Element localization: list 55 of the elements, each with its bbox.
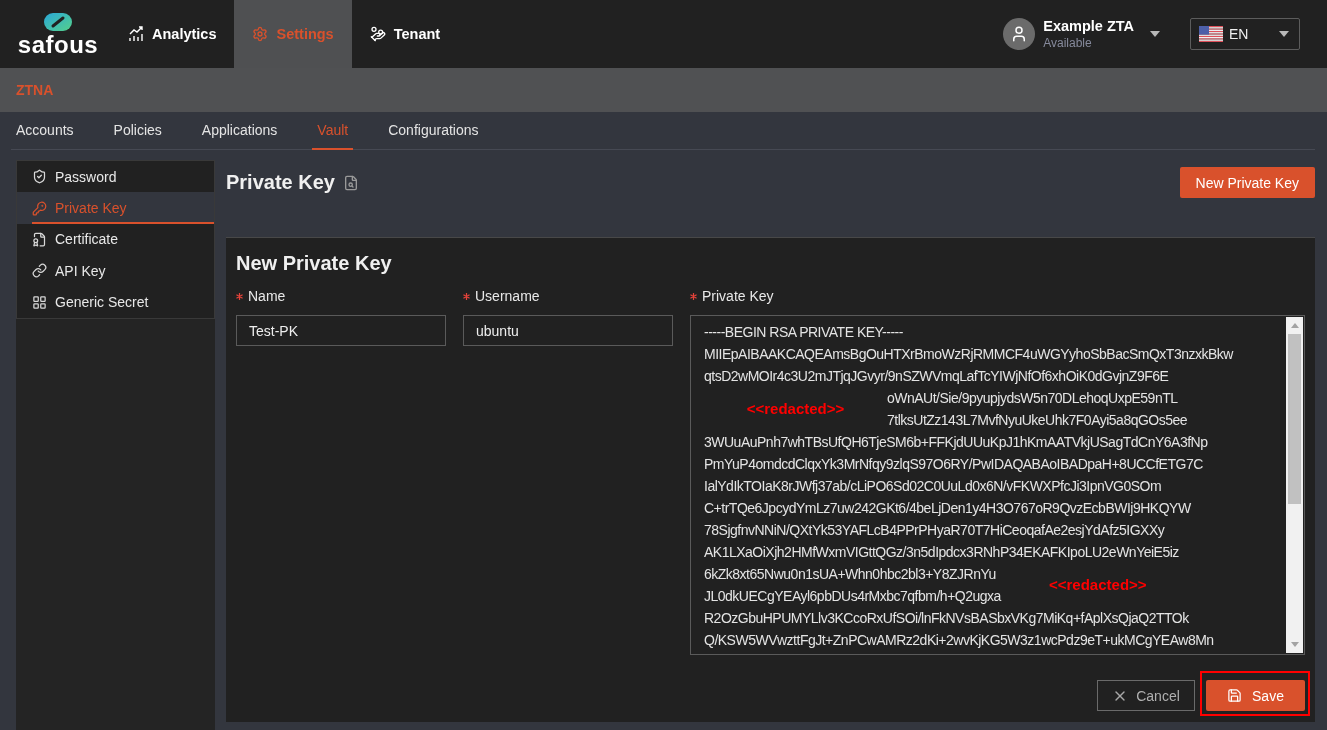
shield-check-icon: [32, 169, 47, 185]
field-label: Name: [248, 288, 286, 304]
key-text-line: 7tlksUtZz143L7MvfNyuUkeUhk7F0Ayi5a8qGOs5ee: [887, 411, 1189, 430]
hand-coins-icon: [369, 26, 386, 42]
scrollbar-thumb[interactable]: [1288, 334, 1301, 504]
redaction-label: <<redacted>>: [746, 400, 845, 418]
nav-tab[interactable]: Tenant: [351, 0, 459, 68]
logo-text: safous: [17, 32, 99, 57]
redaction-label: <<redacted>>: [1049, 576, 1147, 594]
key-text-line: MIIEpAIBAAKCAQEAmsBgOuHTXrBmoWzRjRMMCF4uWGYyhoSbBacSmQxT3nzxkBkw: [704, 345, 1235, 364]
tab[interactable]: Configurations: [383, 112, 484, 150]
key-text-line: AK1LXaOiXjh2HMfWxmVIGttQGz/3n5dIpdcx3RNhP34EKAFKIpoLU2eWnYeiE5iz: [704, 543, 1180, 562]
flag-icon: [1199, 26, 1223, 42]
field-label: Private Key: [702, 288, 774, 304]
key-text-line: qtsD2wMOIr4c3U2mJTjqJGvyr/9nSZWVmqLafTcYIWjNfOf6xhOiK0dGvjnZ9F6E: [704, 367, 1170, 386]
section-title: ZTNA: [16, 82, 54, 98]
new-private-key-button[interactable]: New Private Key: [1179, 167, 1315, 198]
tab[interactable]: Accounts: [11, 112, 79, 150]
tab[interactable]: Policies: [108, 112, 167, 150]
key-text-line: oWnAUt/Sie/9pyupjydsW5n70DLehoqUxpE59nTL: [887, 389, 1179, 408]
key-text-line: PmYuP4omdcdClqxYk3MrNfqy9zlqS97O6RY/PwIDAQABAoIBADpaH+8UCCfETG7C: [704, 455, 1204, 474]
private-key-field[interactable]: [690, 315, 1305, 655]
grid-icon: [32, 294, 47, 310]
document-search-icon[interactable]: [342, 174, 359, 191]
key-text-line: R2OzGbuHPUMYLlv3KCcoRxUfSOi/lnFkNVsBASbxVKg7MiKq+fAplXsQjaQ2TTOk: [704, 609, 1190, 628]
key-text-line: IalYdIkTOIaK8rJWfj37ab/cLiPO6Sd02C0UuLd0x6N/vFKWXPfcJi3IpnVG0SOm: [704, 477, 1163, 496]
user-name: Example ZTA: [1043, 18, 1134, 34]
key-text-line: Q/KSW5WVwzttFgJt+ZnPCwAMRz2dKi+2wvKjKG5W3z1wcPdz9eT+ukMCgYEAw8Mn: [704, 631, 1215, 650]
caret-icon[interactable]: [1279, 31, 1289, 37]
user-avatar-icon: [1003, 18, 1036, 50]
tab[interactable]: Applications: [196, 112, 283, 150]
caret-icon[interactable]: [1150, 31, 1160, 37]
key-text-line: 78SjgfnvNNiN/QXtYk53YAFLcB4PPrPHyaR70T7HiCeoqafAe2esjYdAfz5IGXXy: [704, 521, 1166, 540]
key-text-line: JL0dkUECgYEAyl6pbDUs4rMxbc7qfbm/h+Q2ugxa: [704, 587, 1003, 606]
field-label: Username: [475, 288, 540, 304]
text-input[interactable]: ubuntu: [463, 315, 673, 346]
key-text-line: 6kZk8xt65Nwu0n1sUA+Whn0hbc2bl3+Y8ZJRnYu: [704, 565, 997, 584]
certificate-icon: [32, 231, 47, 247]
language-select[interactable]: EN: [1190, 18, 1300, 50]
form-title: New Private Key: [236, 251, 393, 275]
gear-icon: [252, 26, 269, 42]
key-text-line: 3WUuAuPnh7whTBsUfQH6TjeSM6b+FFKjdUUuKpJ1hKmAATVkjUSagTdCnY6A3fNp: [704, 433, 1209, 452]
key-text-line: C+trTQe6JpcydYmLz7uw242GKt6/4beLjDen1y4H3O767oR9QvzEcbBWIj9HKQYW: [704, 499, 1192, 518]
page-title: Private Key: [226, 171, 335, 194]
key-text-line: -----BEGIN RSA PRIVATE KEY-----: [704, 323, 904, 342]
logo-icon: [43, 11, 73, 32]
chart-icon: [128, 26, 144, 42]
key-icon: [32, 200, 47, 216]
scrollbar[interactable]: [1286, 317, 1303, 653]
text-input[interactable]: Test-PK: [236, 315, 446, 346]
cancel-button[interactable]: Cancel: [1097, 680, 1195, 711]
link-icon: [32, 263, 47, 279]
nav-tab[interactable]: Analytics: [110, 0, 235, 68]
save-button[interactable]: Save: [1206, 680, 1305, 711]
user-status: Available: [1043, 36, 1093, 50]
